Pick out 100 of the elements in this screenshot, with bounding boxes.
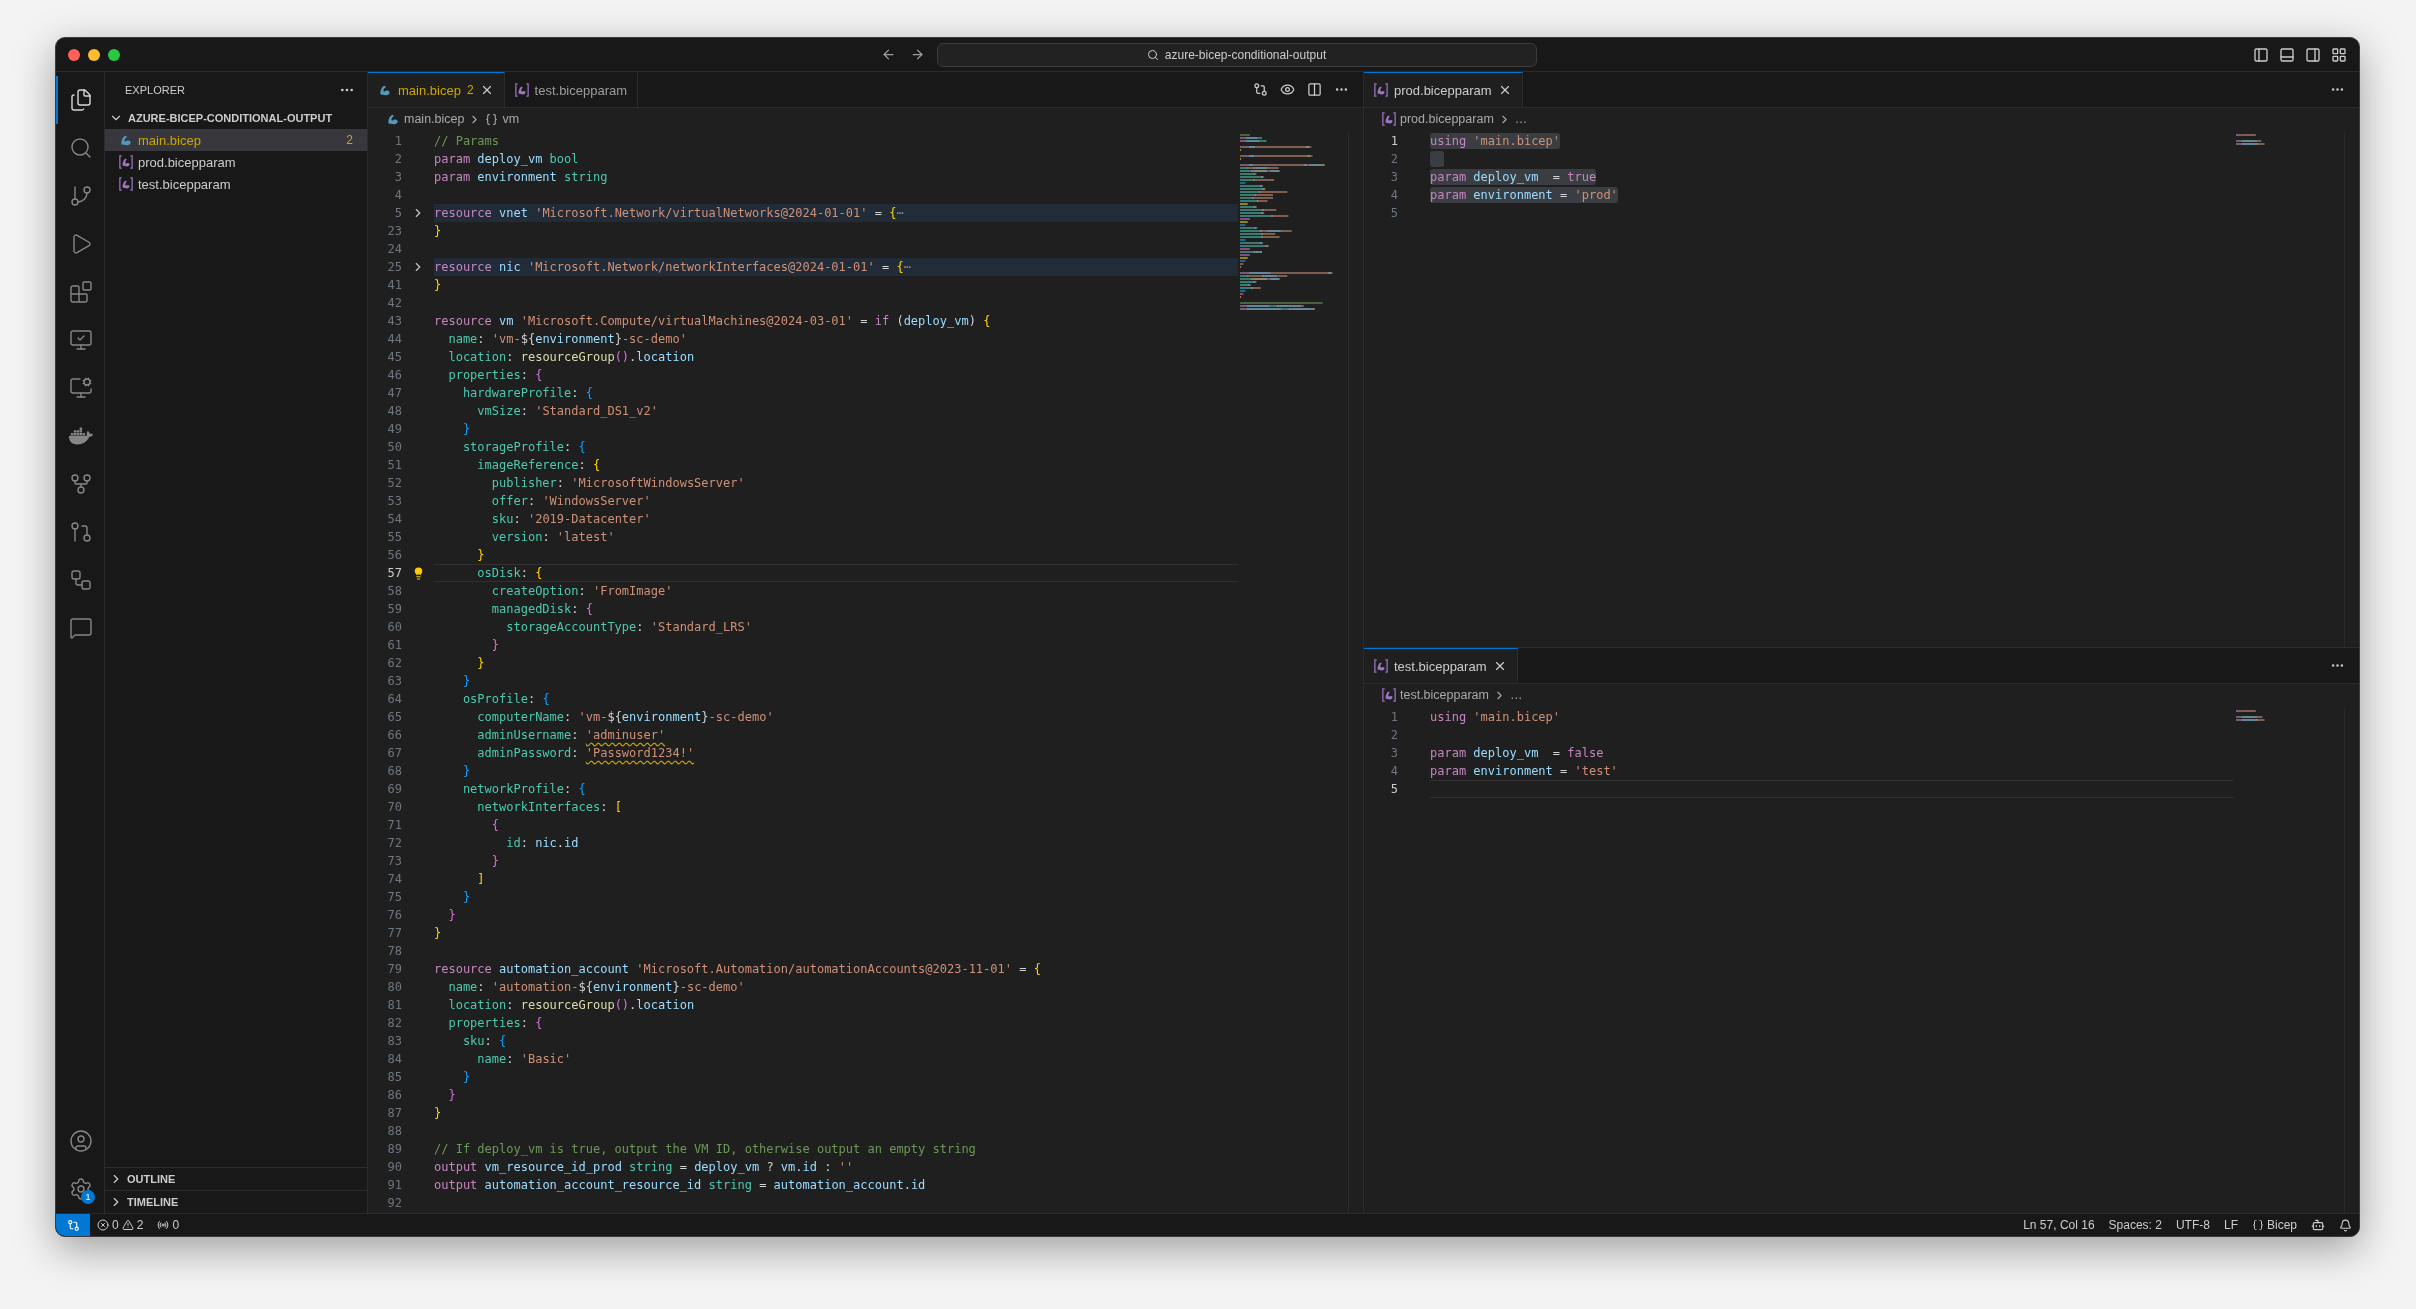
compare-icon[interactable] <box>1253 82 1268 97</box>
line-number: 2 <box>1389 152 1398 166</box>
code-line: sku: { <box>461 1033 507 1049</box>
preview-icon[interactable] <box>1280 82 1295 97</box>
minimize-window-button[interactable] <box>88 48 100 61</box>
line-number: 2 <box>393 152 402 166</box>
command-center-search[interactable]: azure-bicep-conditional-output <box>936 42 1537 67</box>
problems-status[interactable]: 0 2 <box>90 1214 151 1236</box>
language-mode[interactable]: Bicep <box>2244 1214 2304 1236</box>
file-item[interactable]: main.bicep 2 <box>105 129 367 151</box>
line-number: 78 <box>386 944 402 958</box>
code-line: managedDisk: { <box>490 601 593 617</box>
pull-request-icon[interactable] <box>69 520 93 544</box>
line-number: 67 <box>386 746 402 760</box>
ports-status[interactable]: 0 <box>150 1214 187 1236</box>
line-number: 4 <box>1389 188 1398 202</box>
line-number: 77 <box>386 926 402 940</box>
folder-name[interactable]: AZURE-BICEP-CONDITIONAL-OUTPUT <box>128 112 333 124</box>
line-number: 1 <box>1389 134 1398 148</box>
whale-icon[interactable] <box>69 424 93 448</box>
line-number: 73 <box>386 854 402 868</box>
line-number: 47 <box>386 386 402 400</box>
line-number: 1 <box>1389 710 1398 724</box>
workflow-icon[interactable] <box>69 568 93 592</box>
chat-icon[interactable] <box>69 616 93 640</box>
line-number: 61 <box>386 638 402 652</box>
encoding-status[interactable]: UTF-8 <box>2168 1214 2217 1236</box>
explorer-icon[interactable] <box>69 88 93 112</box>
close-window-button[interactable] <box>68 48 80 61</box>
code-line: } <box>461 673 471 689</box>
back-icon[interactable] <box>880 47 896 62</box>
code-line: offer: 'WindowsServer' <box>490 493 651 509</box>
zoom-window-button[interactable] <box>108 48 120 61</box>
monitor-check-icon[interactable] <box>69 328 93 352</box>
code-line: resource vnet 'Microsoft.Network/virtualNetworks@2024-01-01' = {⋯ <box>434 205 904 221</box>
editor-tab[interactable]: main.bicep 2 <box>368 72 505 107</box>
account-icon[interactable] <box>69 1129 93 1153</box>
editor-tab[interactable]: prod.bicepparam <box>1364 72 1523 107</box>
error-icon <box>97 1219 109 1231</box>
forward-icon[interactable] <box>909 47 925 62</box>
line-number: 72 <box>386 836 402 850</box>
copilot-icon[interactable] <box>2311 1218 2325 1232</box>
line-number: 45 <box>386 350 402 364</box>
search-icon[interactable] <box>69 136 93 160</box>
layout-icon[interactable] <box>2331 46 2347 63</box>
editor-tab[interactable]: test.bicepparam <box>1364 648 1518 683</box>
cursor-position[interactable]: Ln 57, Col 16 <box>2016 1214 2102 1236</box>
monitor-gear-icon[interactable] <box>69 376 93 400</box>
line-number: 49 <box>386 422 402 436</box>
code-line: resource nic 'Microsoft.Network/networkInterfaces@2024-01-01' = {⋯ <box>434 259 911 275</box>
line-number: 70 <box>386 800 402 814</box>
line-number: 76 <box>386 908 402 922</box>
selection-highlight <box>1430 151 1444 167</box>
line-number: 62 <box>386 656 402 670</box>
file-item[interactable]: prod.bicepparam <box>105 151 367 173</box>
breadcrumb-item[interactable]: vm <box>502 112 520 126</box>
braces-icon <box>2251 1219 2264 1231</box>
breadcrumb-item[interactable]: prod.bicepparam <box>1400 112 1494 126</box>
search-icon <box>1146 48 1159 61</box>
toggle-panel-icon[interactable] <box>2279 46 2295 63</box>
line-number: 23 <box>386 224 402 238</box>
line-number: 4 <box>393 188 402 202</box>
extensions-icon[interactable] <box>69 280 93 304</box>
breadcrumb-item[interactable]: … <box>1514 112 1528 126</box>
line-number: 80 <box>386 980 402 994</box>
line-number: 5 <box>1389 782 1398 796</box>
code-line: computerName: 'vm-${environment}-sc-demo' <box>476 709 774 725</box>
line-number: 42 <box>386 296 402 310</box>
line-number: 59 <box>386 602 402 616</box>
line-ending-status[interactable]: LF <box>2216 1214 2245 1236</box>
line-number: 74 <box>386 872 402 886</box>
line-number: 46 <box>386 368 402 382</box>
remote-button[interactable] <box>56 1214 90 1236</box>
bicep-param-file-icon <box>1382 688 1396 702</box>
code-line: using 'main.bicep' <box>1430 709 1561 725</box>
breadcrumb-item[interactable]: test.bicepparam <box>1400 688 1489 702</box>
settings-icon[interactable] <box>69 1177 93 1201</box>
code-line: } <box>490 853 500 869</box>
toggle-secondary-sidebar-icon[interactable] <box>2305 46 2321 63</box>
line-number: 86 <box>386 1088 402 1102</box>
code-line: networkProfile: { <box>461 781 586 797</box>
code-line: } <box>476 655 485 671</box>
line-number: 64 <box>386 692 402 706</box>
source-control-icon[interactable] <box>69 184 93 208</box>
indentation-status[interactable]: Spaces: 2 <box>2101 1214 2169 1236</box>
line-number: 85 <box>386 1070 402 1084</box>
code-line: resource automation_account 'Microsoft.Automation/automationAccounts@2023-11-01' = { <box>434 961 1041 977</box>
breadcrumb-item[interactable]: … <box>1509 688 1523 702</box>
line-number: 56 <box>386 548 402 562</box>
sidebar-section[interactable]: OUTLINE <box>105 1167 367 1190</box>
toggle-sidebar-icon[interactable] <box>2253 46 2269 63</box>
fork-icon[interactable] <box>69 472 93 496</box>
line-number: 48 <box>386 404 402 418</box>
line-number: 84 <box>386 1052 402 1066</box>
split-editor-icon[interactable] <box>1307 82 1322 97</box>
notifications-icon[interactable] <box>2339 1218 2352 1232</box>
line-number: 50 <box>386 440 402 454</box>
file-item[interactable]: test.bicepparam <box>105 173 367 195</box>
code-line: } <box>490 637 500 653</box>
breadcrumb-item[interactable]: main.bicep <box>404 112 465 126</box>
